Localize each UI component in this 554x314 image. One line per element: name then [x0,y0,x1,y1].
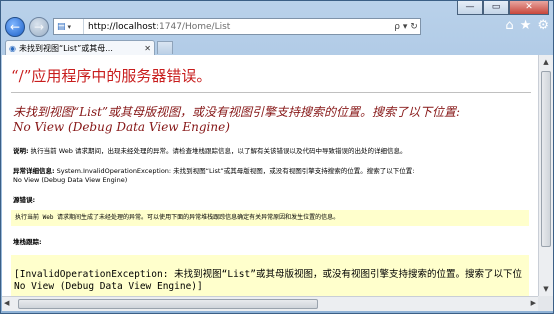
description-label: 说明: [13,147,29,155]
scrollbar-corner [538,296,553,311]
page-icon: ▤ [57,21,66,32]
tab-label: 未找到视图“List”或其母... [18,43,113,53]
error-heading-text: 未找到视图“List”或其母版视图，或没有视图引擎支持搜索的位置。搜索了以下位置… [13,105,461,134]
compatibility-icon[interactable]: ▤ ▾ [54,19,84,34]
close-button[interactable]: ✕ [509,1,549,15]
scroll-right-icon[interactable]: ▶ [531,297,536,310]
favorites-icon[interactable]: ★ [520,18,532,33]
stack-trace-label: 堆栈跟踪: [13,238,42,246]
horizontal-scrollbar[interactable]: ◀ ▶ [2,296,538,311]
address-actions[interactable]: ρ ▾ ↻ [392,22,420,32]
scroll-left-icon[interactable]: ◀ [4,297,9,310]
source-error-heading: 源错误: [13,196,35,205]
new-tab-button[interactable] [157,41,173,54]
source-error-label: 源错误: [13,196,36,204]
error-heading: 未找到视图“List”或其母版视图，或没有视图引擎支持搜索的位置。搜索了以下位置… [13,105,533,135]
url-path: :1747/Home/List [155,21,231,32]
source-error-text: 执行当前 Web 请求期间生成了未经处理的异常。可以使用下面的异常堆栈跟踪信息确… [15,214,340,221]
page-content: “/”应用程序中的服务器错误。 未找到视图“List”或其母版视图，或没有视图引… [2,55,538,296]
chevron-down-icon: ▾ [67,22,72,31]
divider [11,92,531,93]
toolbar-icons: ⌂ ★ ⚙ [505,18,549,33]
stack-trace-line: No View (Debug Data View Engine)] [14,281,203,292]
url-field[interactable]: http://localhost:1747/Home/List [84,22,392,32]
horizontal-scroll-thumb[interactable] [18,299,318,309]
exception-paragraph: 异常详细信息: System.InvalidOperationException… [13,167,414,176]
home-icon[interactable]: ⌂ [505,18,513,33]
search-refresh-icons[interactable]: ρ ▾ ↻ [394,22,418,32]
vertical-scrollbar[interactable]: ▲ ▼ [538,55,553,296]
stack-trace-heading: 堆栈跟踪: [13,238,42,247]
url-host: http://localhost [88,21,156,32]
exception-text-2: No View (Debug Data View Engine) [13,176,128,184]
vertical-scroll-thumb[interactable] [541,71,551,247]
scroll-down-icon[interactable]: ▼ [539,282,553,296]
description-paragraph: 说明: 执行当前 Web 请求期间，出现未经处理的异常。请检查堆栈跟踪信息，以了… [13,147,406,156]
browser-window: — ▭ ✕ ← → ▤ ▾ http://localhost:1747/Home/… [0,0,554,314]
left-arrow-icon: ← [9,20,21,34]
exception-label: 异常详细信息: [13,167,55,175]
tab-active[interactable]: ◉ 未找到视图“List”或其母... ✕ [5,40,155,55]
window-controls: — ▭ ✕ [457,1,549,15]
scroll-up-icon[interactable]: ▲ [539,55,553,69]
source-error-code: 执行当前 Web 请求期间生成了未经处理的异常。可以使用下面的异常堆栈跟踪信息确… [11,210,529,226]
forward-button[interactable]: → [29,17,49,37]
exception-paragraph-line2: No View (Debug Data View Engine) [13,176,127,185]
stack-trace-code: [InvalidOperationException: 未找到视图“List”或… [11,255,529,296]
stack-trace-line: [InvalidOperationException: 未找到视图“List”或… [14,269,522,280]
right-arrow-icon: → [33,20,45,34]
maximize-button[interactable]: ▭ [483,1,509,15]
navigation-bar: ← → ▤ ▾ http://localhost:1747/Home/List ρ… [1,15,553,39]
exception-text: System.InvalidOperationException: 未找到视图“… [54,167,415,175]
ie-page-icon: ◉ [9,43,16,53]
tab-strip: ◉ 未找到视图“List”或其母... ✕ [1,39,553,55]
tab-close-icon[interactable]: ✕ [144,44,151,53]
page-title: “/”应用程序中的服务器错误。 [11,67,212,85]
address-bar[interactable]: ▤ ▾ http://localhost:1747/Home/List ρ ▾ ↻ [53,18,421,35]
back-button[interactable]: ← [5,17,25,37]
tools-gear-icon[interactable]: ⚙ [537,18,549,33]
description-text: 执行当前 Web 请求期间，出现未经处理的异常。请检查堆栈跟踪信息，以了解有关该… [28,147,407,155]
minimize-button[interactable]: — [457,1,483,15]
